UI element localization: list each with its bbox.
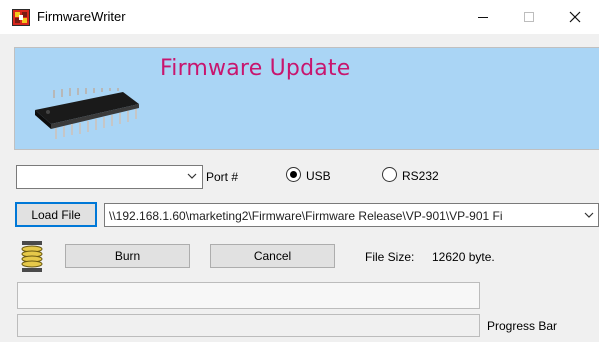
rs232-radio[interactable] bbox=[382, 167, 397, 182]
usb-radio-label[interactable]: USB bbox=[306, 169, 331, 183]
close-button[interactable] bbox=[552, 0, 598, 34]
radio-selected-dot bbox=[290, 171, 297, 178]
progress-bar-label: Progress Bar bbox=[487, 319, 558, 333]
progress-bar bbox=[17, 314, 480, 337]
chevron-down-icon bbox=[584, 212, 594, 218]
firmware-path-text: \\192.168.1.60\marketing2\Firmware\Firmw… bbox=[109, 209, 503, 223]
burn-button[interactable]: Burn bbox=[65, 244, 190, 268]
header-banner: Firmware Update bbox=[14, 47, 599, 150]
port-select[interactable] bbox=[16, 165, 203, 189]
port-label: Port # bbox=[206, 170, 239, 184]
rs232-radio-label[interactable]: RS232 bbox=[402, 169, 439, 183]
firmware-writer-icon bbox=[12, 9, 30, 26]
maximize-icon bbox=[524, 12, 534, 22]
status-message-box bbox=[17, 282, 480, 309]
window-title: FirmwareWriter bbox=[37, 9, 126, 24]
file-size-label: File Size: bbox=[365, 250, 415, 264]
spring-coil-icon bbox=[19, 241, 45, 272]
firmware-path-select[interactable]: \\192.168.1.60\marketing2\Firmware\Firmw… bbox=[104, 203, 599, 227]
file-size-value: 12620 byte. bbox=[432, 250, 495, 264]
maximize-button[interactable] bbox=[506, 0, 552, 34]
load-file-button[interactable]: Load File bbox=[15, 202, 97, 227]
cancel-button[interactable]: Cancel bbox=[210, 244, 335, 268]
minimize-button[interactable] bbox=[460, 0, 506, 34]
close-icon bbox=[569, 11, 581, 23]
minimize-icon bbox=[478, 17, 488, 18]
title-bar: FirmwareWriter bbox=[0, 0, 599, 34]
banner-title: Firmware Update bbox=[160, 56, 351, 81]
path-dropdown-toggle[interactable] bbox=[580, 204, 598, 226]
usb-radio[interactable] bbox=[286, 167, 301, 182]
ic-chip-image bbox=[31, 88, 143, 143]
chevron-down-icon bbox=[187, 173, 197, 179]
